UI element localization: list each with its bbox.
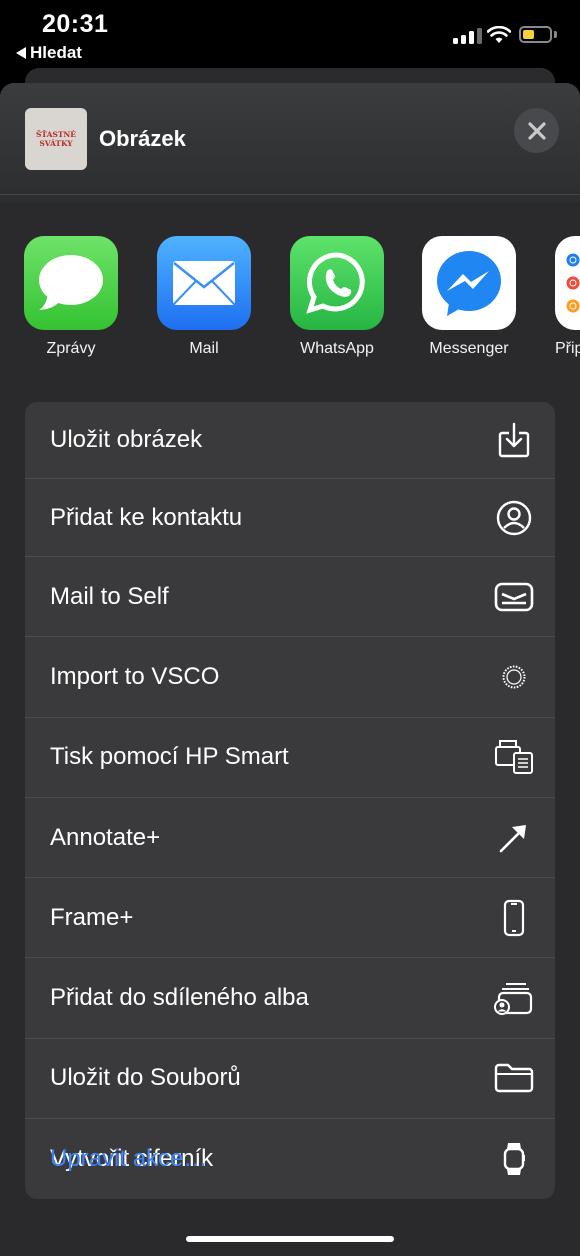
action-add-to-shared-album[interactable]: Přidat do sdíleného alba [25,958,555,1039]
mail-to-self-icon [494,577,534,617]
action-label: Annotate+ [50,823,161,851]
close-button[interactable] [514,108,559,153]
image-thumbnail: ŠŤASTNÉ SVÁTKY [25,108,87,170]
app-whatsapp[interactable]: WhatsApp [290,236,384,358]
share-sheet-header [0,83,580,203]
app-label: WhatsApp [300,340,374,357]
vsco-icon [494,657,534,697]
action-label: Tisk pomocí HP Smart [50,743,289,771]
action-import-to-vsco[interactable]: Import to VSCO [25,637,555,718]
messenger-icon [422,236,516,330]
action-frame-plus[interactable]: Frame+ [25,878,555,959]
app-label: Mail [189,340,219,357]
app-label: Zprávy [46,340,96,357]
app-reminders[interactable]: Přip [555,236,580,358]
action-print-hp-smart[interactable]: Tisk pomocí HP Smart [25,718,555,798]
actions-list: Uložit obrázek Přidat ke kontaktu Mail t… [25,402,555,1200]
contact-person-icon [494,498,534,538]
share-sheet: ŠŤASTNÉ SVÁTKY Obrázek Zprávy Mail Whats… [0,83,580,1256]
action-annotate-plus[interactable]: Annotate+ [25,798,555,879]
status-bar: 20:31 Hledat [0,0,580,70]
back-label: Hledat [30,43,82,62]
app-label: Messenger [429,340,509,357]
folder-icon [494,1058,534,1098]
shared-album-icon [494,978,534,1018]
wifi-icon [487,26,511,43]
battery-tip [554,31,557,38]
save-download-icon [494,420,534,460]
action-save-to-files[interactable]: Uložit do Souborů [25,1039,555,1120]
action-label: Uložit obrázek [50,426,203,453]
app-messages[interactable]: Zprávy [24,236,118,358]
close-icon [527,121,546,140]
mail-icon [157,236,251,330]
edit-actions-link[interactable]: Upravit akce… [50,1145,207,1173]
app-messenger[interactable]: Messenger [422,236,516,358]
action-label: Frame+ [50,903,134,931]
action-mail-to-self[interactable]: Mail to Self [25,557,555,638]
action-label: Uložit do Souborů [50,1064,241,1092]
status-time: 20:31 [42,10,109,38]
action-add-to-contact[interactable]: Přidat ke kontaktu [25,479,555,557]
arrow-icon [494,818,534,858]
messages-icon [24,236,118,330]
home-indicator[interactable] [186,1236,394,1242]
action-label: Import to VSCO [50,662,220,690]
phone-icon [494,898,534,938]
battery-icon [519,26,552,43]
action-label: Přidat do sdíleného alba [50,984,309,1012]
share-title: Obrázek [99,126,186,151]
thumbnail-text: ŠŤASTNÉ SVÁTKY [36,130,76,148]
reminders-icon [555,236,580,330]
cellular-signal-icon [453,28,482,44]
header-divider [0,194,580,195]
action-label: Mail to Self [50,582,169,610]
back-arrow-icon [16,47,26,59]
app-label: Přip [555,340,580,357]
app-mail[interactable]: Mail [157,236,251,358]
action-label: Přidat ke kontaktu [50,503,243,531]
action-save-image[interactable]: Uložit obrázek [25,402,555,479]
back-to-search-button[interactable]: Hledat [16,43,82,63]
whatsapp-icon [290,236,384,330]
printer-icon [494,737,534,777]
watch-icon [494,1139,534,1179]
